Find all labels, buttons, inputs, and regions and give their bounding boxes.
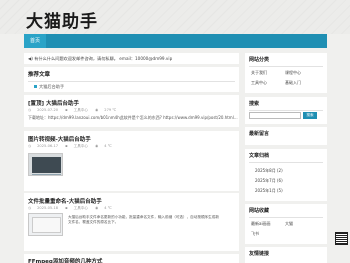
- category-link[interactable]: 工具中心: [251, 80, 267, 86]
- article-meta: ◷ 2025-06-17 ▪ 工具中心 ◉ 4 ℃: [28, 144, 112, 148]
- clock-icon: ◷: [28, 206, 32, 210]
- archive-link[interactable]: 2025年7月 (6): [245, 176, 327, 186]
- bookmark-link[interactable]: 飞书: [251, 231, 259, 237]
- article-excerpt: 下载地址：https://dm99.lanzoui.com/b01nm4h此软件…: [28, 115, 238, 120]
- folder-icon: ▪: [65, 108, 68, 112]
- archive-title: 文章归档: [249, 153, 270, 159]
- views-icon: ◉: [95, 206, 99, 210]
- archive-link[interactable]: 2025年8月 (2): [245, 166, 327, 176]
- bookmarks-title: 网站收藏: [249, 208, 270, 214]
- recommend-panel: 推荐文章 大猫后台助手: [24, 67, 239, 92]
- archive-link[interactable]: 2025年1月 (5): [245, 186, 327, 196]
- search-title: 搜索: [249, 101, 260, 107]
- article-title[interactable]: 图片转视频-大猫后台助手: [24, 131, 239, 144]
- site-logo[interactable]: 大猫助手: [26, 7, 98, 32]
- article-card: 图片转视频-大猫后台助手 ◷ 2025-06-17 ▪ 工具中心 ◉ 4 ℃: [24, 131, 239, 191]
- article-thumbnail[interactable]: [28, 153, 63, 176]
- latest-comments-panel: 最新留言: [245, 127, 327, 145]
- categories-panel: 网站分类 关于我们 课程中心 工具中心 基础入门: [245, 53, 327, 93]
- bookmark-link[interactable]: 最新ai画画: [251, 221, 271, 227]
- notice-text: 有什么什么问题欢迎发邮件咨询，请勿私聊。 email：10000@dm99.vi…: [34, 56, 173, 61]
- folder-icon: ▪: [65, 144, 68, 148]
- bookmark-link[interactable]: 大猫: [285, 221, 293, 227]
- recommend-title: 推荐文章: [28, 72, 51, 78]
- nav-bar: 首页: [24, 34, 327, 48]
- category-link[interactable]: 基础入门: [285, 80, 301, 86]
- article-title[interactable]: FFmpeg添加音频的几种方式: [24, 254, 239, 263]
- article-title[interactable]: [置顶] 大猫后台助手: [24, 95, 239, 108]
- qr-code-icon[interactable]: [335, 232, 348, 245]
- article-card: [置顶] 大猫后台助手 ◷ 2025-07-20 ▪ 工具中心 ◉ 279 ℃ 下载地…: [24, 95, 239, 127]
- search-button[interactable]: 搜索: [303, 112, 317, 119]
- article-meta: ◷ 2025-07-20 ▪ 工具中心 ◉ 279 ℃: [28, 108, 117, 112]
- article-title[interactable]: 文件批量重命名-大猫后台助手: [24, 193, 239, 206]
- nav-home-link[interactable]: 首页: [24, 34, 46, 48]
- article-excerpt-line: 文件名，覆盖文件的原名比下。: [68, 220, 119, 224]
- category-link[interactable]: 关于我们: [251, 70, 267, 76]
- file-icon: [34, 84, 37, 88]
- clock-icon: ◷: [28, 108, 32, 112]
- recommend-item[interactable]: 大猫后台助手: [24, 82, 239, 92]
- search-panel: 搜索 搜索: [245, 97, 327, 124]
- category-link[interactable]: 课程中心: [285, 70, 301, 76]
- categories-title: 网站分类: [249, 57, 270, 63]
- clock-icon: ◷: [28, 144, 32, 148]
- friend-links-panel: 友情链接: [245, 247, 327, 263]
- bookmarks-panel: 网站收藏 最新ai画画 大猫 飞书: [245, 204, 327, 244]
- article-card: FFmpeg添加音频的几种方式: [24, 254, 239, 263]
- views-icon: ◉: [95, 144, 99, 148]
- views-icon: ◉: [95, 108, 99, 112]
- folder-icon: ▪: [65, 206, 68, 210]
- article-meta: ◷ 2025-05-18 ▪ 工具中心 ◉ 4 ℃: [28, 206, 112, 210]
- friend-links-title: 友情链接: [249, 251, 270, 257]
- article-thumbnail[interactable]: [28, 213, 63, 236]
- archive-panel: 文章归档 2025年8月 (2) 2025年7月 (6) 2025年1月 (5): [245, 149, 327, 201]
- article-card: 文件批量重命名-大猫后台助手 ◷ 2025-05-18 ▪ 工具中心 ◉ 4 ℃ 大猫…: [24, 193, 239, 251]
- notice-bar: ◀) 有什么什么问题欢迎发邮件咨询，请勿私聊。 email：10000@dm99…: [24, 53, 239, 64]
- latest-comments-title: 最新留言: [249, 131, 270, 137]
- search-input[interactable]: [249, 112, 301, 119]
- speaker-icon: ◀): [28, 56, 33, 61]
